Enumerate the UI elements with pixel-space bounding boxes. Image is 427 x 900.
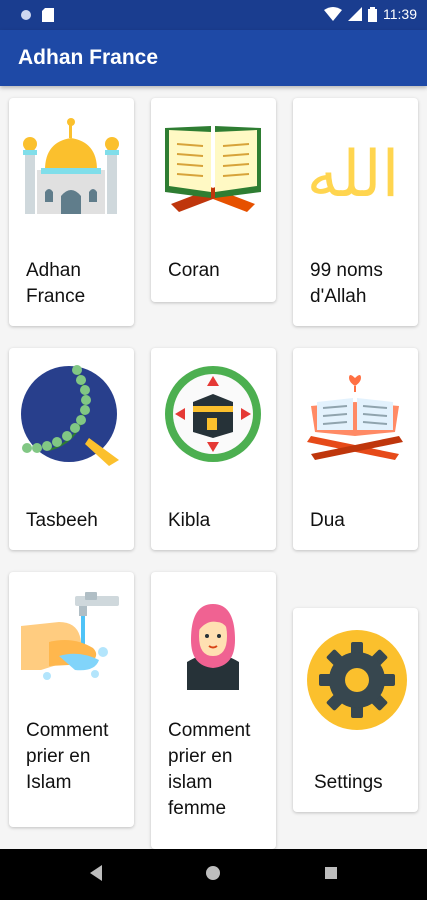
signal-icon: [348, 7, 362, 21]
menu-label: Coran: [168, 260, 220, 281]
sd-card-icon: [42, 8, 54, 22]
menu-label: 99 noms d'Allah: [310, 260, 383, 307]
menu-card-settings[interactable]: Settings: [293, 608, 418, 812]
menu-card-coran[interactable]: Coran: [151, 98, 276, 302]
ablution-hands-icon: [21, 592, 119, 680]
quran-book-icon: [165, 126, 261, 212]
navigation-bar: [0, 849, 427, 900]
allah-calligraphy-icon: الله: [307, 138, 400, 212]
menu-card-tasbeeh[interactable]: Tasbeeh: [9, 348, 134, 550]
app-bar: Adhan France: [0, 30, 427, 86]
menu-label: Comment prier en islam femme: [168, 720, 251, 819]
mosque-icon: [23, 118, 119, 214]
kaaba-compass-icon: [165, 366, 261, 462]
menu-card-dua[interactable]: Dua: [293, 348, 418, 550]
battery-icon: [368, 6, 377, 22]
menu-card-99-noms[interactable]: الله 99 noms d'Allah: [293, 98, 418, 326]
allah-calligraphy-text: الله: [307, 138, 400, 212]
menu-card-kibla[interactable]: Kibla: [151, 348, 276, 550]
gear-icon: [307, 630, 407, 730]
menu-label: Adhan France: [26, 260, 86, 307]
hijab-woman-icon: [187, 604, 239, 690]
menu-grid: Adhan France Coran الله 99 noms d'Allah: [0, 86, 427, 849]
status-time: 11:39: [383, 6, 417, 22]
menu-card-comment-prier-femme[interactable]: Comment prier en islam femme: [151, 572, 276, 849]
home-button[interactable]: [203, 863, 223, 883]
menu-card-adhan-france[interactable]: Adhan France: [9, 98, 134, 326]
menu-label: Comment prier en Islam: [26, 720, 109, 793]
recents-button[interactable]: [323, 863, 339, 883]
prayer-beads-icon: [21, 365, 119, 466]
menu-card-comment-prier[interactable]: Comment prier en Islam: [9, 572, 134, 827]
menu-label: Settings: [314, 772, 383, 793]
open-book-stand-icon: [307, 375, 403, 460]
menu-label: Tasbeeh: [26, 510, 98, 531]
notification-circle-icon: [21, 10, 31, 20]
back-button[interactable]: [88, 863, 104, 883]
status-bar: 11:39: [0, 0, 427, 30]
menu-label: Dua: [310, 510, 345, 531]
menu-label: Kibla: [168, 510, 211, 531]
app-title: Adhan France: [18, 46, 159, 69]
wifi-icon: [324, 7, 342, 21]
